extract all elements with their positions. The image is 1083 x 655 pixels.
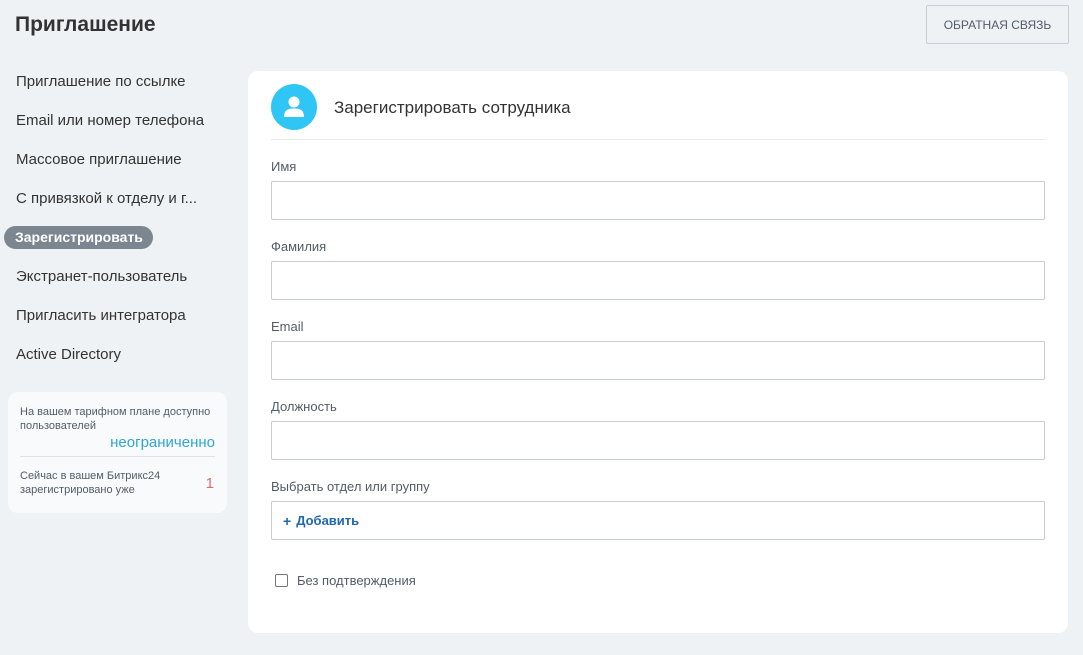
sidebar-item-label: Пригласить интегратора (16, 307, 186, 324)
email-input[interactable] (271, 341, 1045, 380)
page-title: Приглашение (15, 13, 156, 36)
form-header: Зарегистрировать сотрудника (271, 84, 1045, 140)
sidebar-item-label: С привязкой к отделу и г... (16, 190, 198, 207)
sidebar-item-label: Приглашение по ссылке (16, 73, 186, 90)
first-name-input[interactable] (271, 181, 1045, 220)
email-label: Email (271, 319, 304, 334)
sidebar-item-integrator[interactable]: Пригласить интегратора (0, 296, 240, 335)
sidebar-menu: Приглашение по ссылке Email или номер те… (0, 62, 240, 374)
no-confirm-label[interactable]: Без подтверждения (297, 573, 416, 588)
last-name-label: Фамилия (271, 239, 327, 254)
plus-icon: + (283, 512, 292, 529)
last-name-input[interactable] (271, 261, 1045, 300)
sidebar-item-register[interactable]: Зарегистрировать (0, 218, 240, 257)
department-selector[interactable]: + Добавить (271, 501, 1045, 540)
divider (20, 456, 215, 457)
sidebar-item-label: Массовое приглашение (16, 151, 182, 168)
first-name-label: Имя (271, 159, 297, 174)
registered-count-label: Сейчас в вашем Битрикс24 зарегистрирован… (20, 470, 161, 496)
sidebar-item-email-phone[interactable]: Email или номер телефона (0, 101, 240, 140)
no-confirm-checkbox[interactable] (275, 574, 288, 587)
sidebar-item-active-directory[interactable]: Active Directory (0, 335, 240, 374)
sidebar-item-department-binding[interactable]: С привязкой к отделу и г... (0, 179, 240, 218)
register-employee-form: Зарегистрировать сотрудника Имя Фамилия … (248, 71, 1068, 633)
sidebar-item-label: Email или номер телефона (16, 112, 205, 129)
position-label: Должность (271, 399, 337, 414)
user-limit-panel: На вашем тарифном плане доступно пользов… (8, 392, 227, 513)
add-department-label: Добавить (296, 513, 360, 528)
sidebar-item-label: Зарегистрировать (4, 226, 153, 249)
plan-limit-value: неограниченно (110, 434, 215, 451)
registered-count-value: 1 (205, 474, 214, 492)
feedback-button[interactable]: Обратная связь (926, 5, 1069, 44)
add-department-link[interactable]: + Добавить (283, 513, 359, 529)
user-icon (271, 84, 317, 130)
sidebar-item-invite-link[interactable]: Приглашение по ссылке (0, 62, 240, 101)
form-title: Зарегистрировать сотрудника (334, 98, 571, 117)
no-confirm-option: Без подтверждения (275, 573, 416, 588)
position-input[interactable] (271, 421, 1045, 460)
sidebar-item-mass-invite[interactable]: Массовое приглашение (0, 140, 240, 179)
sidebar-item-label: Active Directory (16, 346, 122, 363)
sidebar-item-label: Экстранет-пользователь (16, 268, 188, 285)
plan-limit-label: На вашем тарифном плане доступно пользов… (20, 406, 211, 432)
department-label: Выбрать отдел или группу (271, 479, 430, 494)
sidebar-item-extranet[interactable]: Экстранет-пользователь (0, 257, 240, 296)
